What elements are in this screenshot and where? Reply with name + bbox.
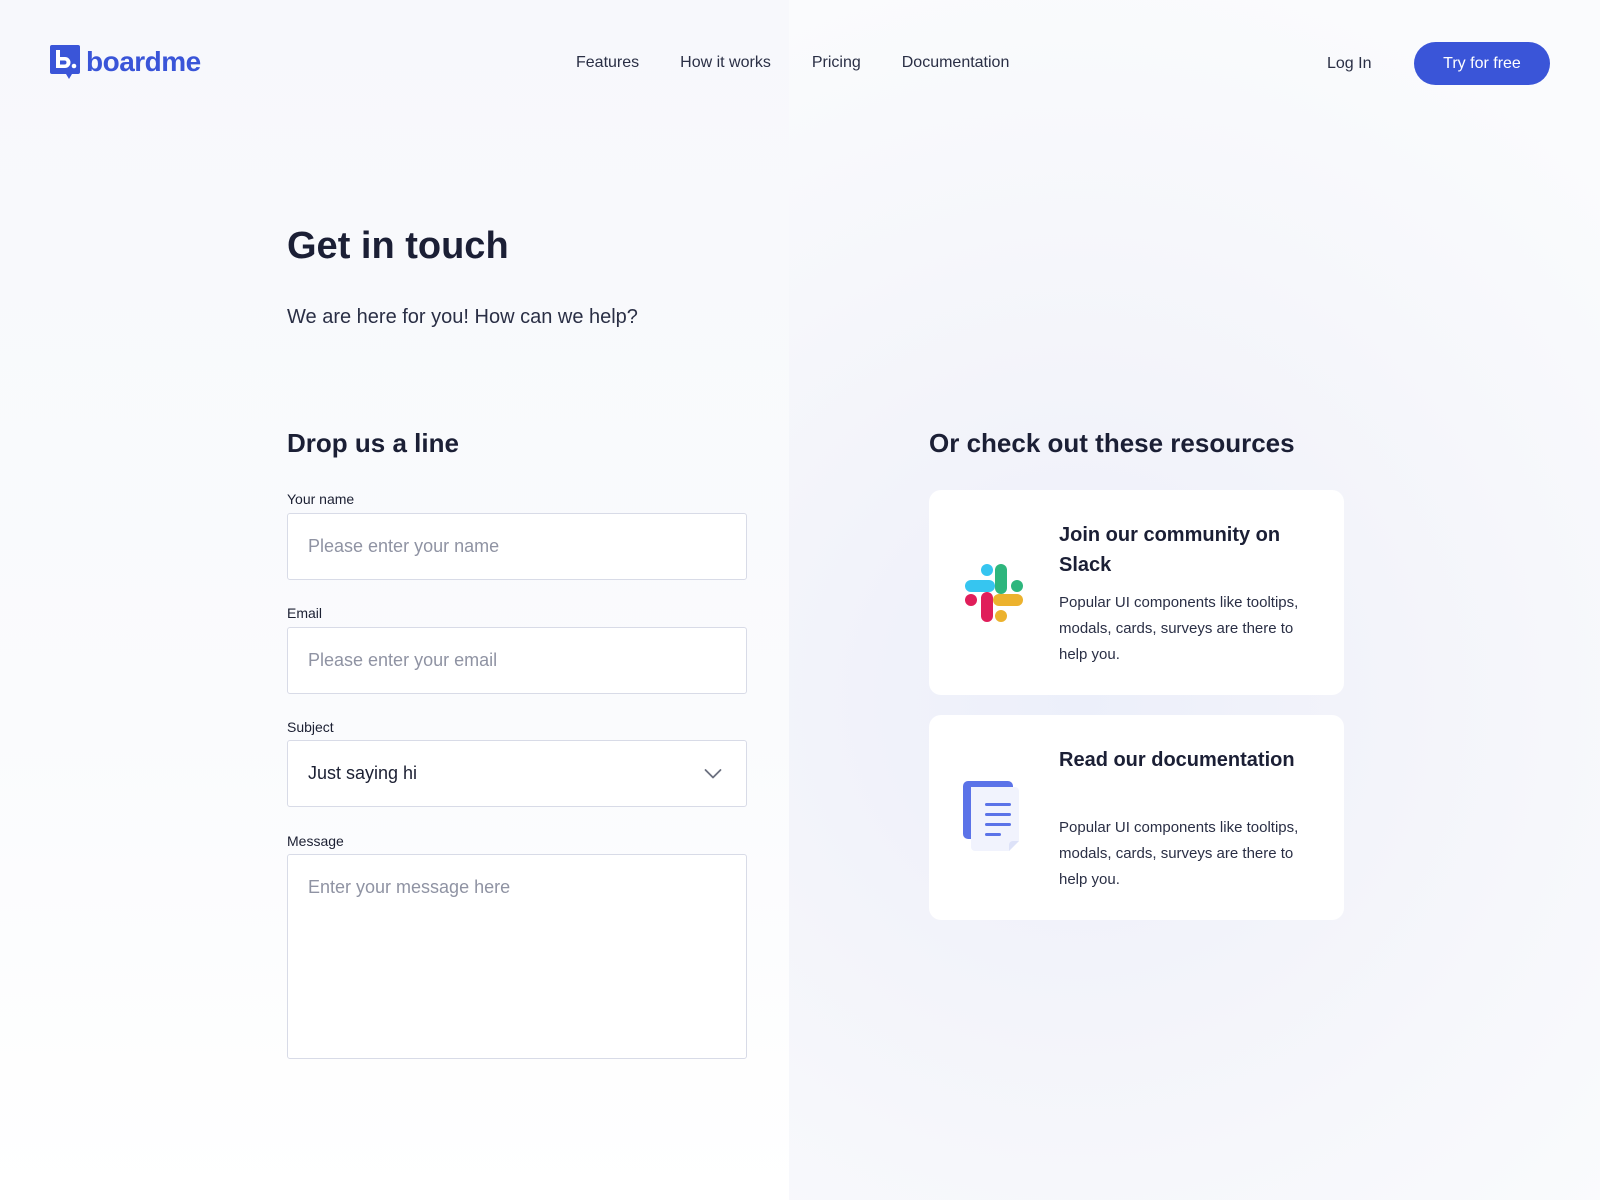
slack-icon (965, 564, 1023, 622)
resource-card-slack[interactable]: Join our community on Slack Popular UI c… (929, 490, 1344, 695)
try-for-free-button[interactable]: Try for free (1414, 42, 1550, 85)
email-input[interactable] (287, 627, 747, 694)
resource-card-description: Popular UI components like tooltips, mod… (1059, 819, 1299, 888)
name-label: Your name (287, 491, 355, 507)
email-label: Email (287, 605, 323, 621)
subject-label: Subject (287, 719, 334, 735)
boardme-logo-icon (50, 45, 80, 79)
form-heading: Drop us a line (287, 428, 459, 458)
message-textarea[interactable] (287, 854, 747, 1059)
login-link[interactable]: Log In (1327, 53, 1371, 75)
resources-heading: Or check out these resources (929, 428, 1295, 458)
name-input[interactable] (287, 513, 747, 580)
nav-features[interactable]: Features (576, 52, 639, 74)
nav-pricing[interactable]: Pricing (812, 52, 861, 74)
main-nav: Features How it works Pricing Documentat… (576, 52, 1050, 74)
resource-card-documentation[interactable]: Read our documentation Popular UI compon… (929, 715, 1344, 920)
nav-how-it-works[interactable]: How it works (680, 52, 771, 74)
resource-card-title: Read our documentation (1059, 749, 1295, 771)
document-icon (963, 781, 1019, 851)
message-label: Message (287, 833, 344, 849)
subject-selected-value: Just saying hi (308, 763, 418, 783)
page-subtitle: We are here for you! How can we help? (287, 306, 638, 328)
subject-select[interactable]: Just saying hi (287, 740, 747, 807)
nav-documentation[interactable]: Documentation (902, 52, 1010, 74)
brand-logo[interactable]: boardme (50, 44, 201, 80)
page-title: Get in touch (287, 225, 509, 267)
resource-card-description: Popular UI components like tooltips, mod… (1059, 594, 1299, 663)
brand-name: boardme (86, 46, 201, 77)
chevron-down-icon (704, 768, 722, 778)
top-navbar: boardme Features How it works Pricing Do… (0, 0, 1600, 128)
resource-card-title: Join our community on Slack (1059, 524, 1281, 576)
